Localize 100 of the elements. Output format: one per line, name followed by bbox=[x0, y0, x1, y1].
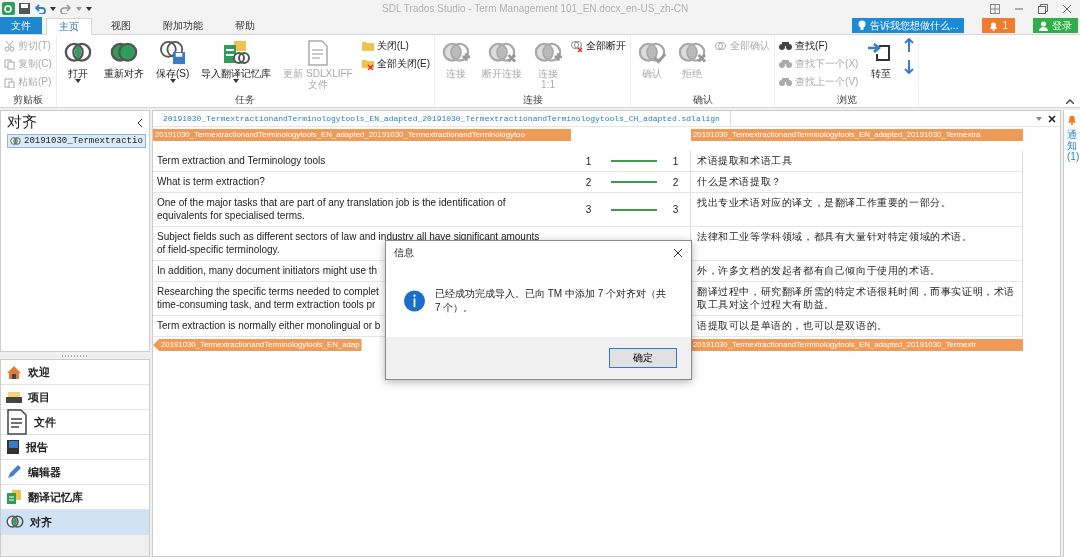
report-icon bbox=[6, 439, 20, 455]
segment-number: 3 bbox=[672, 204, 679, 215]
rings-icon bbox=[715, 41, 728, 51]
ribbon-tab[interactable]: 主页 bbox=[46, 18, 92, 35]
caret-icon bbox=[169, 79, 176, 83]
binoculars-icon bbox=[779, 77, 793, 87]
ribbon-button[interactable]: 打开 bbox=[60, 38, 95, 93]
caret-icon bbox=[1036, 116, 1042, 121]
rings-icon bbox=[10, 136, 21, 146]
source-text: Term extraction and Terminology tools bbox=[157, 154, 326, 167]
rings-icon bbox=[6, 514, 24, 530]
binoculars-icon bbox=[779, 41, 793, 51]
save-icon[interactable] bbox=[19, 3, 30, 14]
arrow-up-icon[interactable] bbox=[904, 38, 915, 52]
ribbon-button[interactable]: 关闭(L) bbox=[361, 38, 431, 54]
source-text: Subject fields such as different sectors of law and industry all have significant amounts bbox=[157, 230, 540, 243]
tell-me-button[interactable]: 告诉我您想做什么... bbox=[852, 18, 965, 33]
rings-check-icon bbox=[638, 41, 667, 65]
notifications-side-tab[interactable]: 通知 (1) bbox=[1063, 110, 1080, 557]
scissors-icon bbox=[4, 40, 15, 52]
target-text: 外，许多文档的发起者都有自己倾向于使用的术语。 bbox=[697, 264, 941, 277]
segment-number: 2 bbox=[585, 176, 592, 188]
splitter-grip-icon[interactable] bbox=[62, 354, 88, 357]
house-icon bbox=[6, 364, 22, 380]
arrow-down-icon[interactable] bbox=[904, 60, 915, 74]
target-text: 术语提取和术语工具 bbox=[697, 154, 793, 167]
folder-icon bbox=[361, 41, 374, 51]
document-icon bbox=[6, 409, 28, 435]
group-label: 确认 bbox=[692, 93, 713, 107]
target-text: 找出专业术语对应的译文，是翻译工作重要的一部分。 bbox=[697, 196, 952, 209]
close-icon[interactable] bbox=[1048, 114, 1056, 123]
database-icon bbox=[222, 40, 251, 66]
close-icon[interactable] bbox=[673, 248, 683, 258]
ribbon-button[interactable]: 保存(S) bbox=[152, 38, 193, 93]
ribbon-button[interactable]: 重新对齐 bbox=[100, 38, 147, 93]
nav-item[interactable]: 翻译记忆库 bbox=[1, 485, 149, 510]
caret-icon bbox=[74, 79, 81, 83]
ribbon-tab[interactable]: 附加功能 bbox=[150, 17, 216, 34]
rings-cross-icon bbox=[678, 41, 707, 65]
rings-plus-icon bbox=[442, 41, 471, 65]
pencil-icon bbox=[6, 464, 22, 480]
target-text: 语提取可以是单语的，也可以是双语的。 bbox=[697, 319, 888, 332]
layout-icon[interactable] bbox=[990, 3, 1000, 14]
collapse-ribbon-icon[interactable] bbox=[1066, 99, 1074, 104]
caret-icon bbox=[50, 6, 56, 11]
segment-number: 2 bbox=[672, 176, 679, 188]
ribbon-button[interactable]: 全部断开 bbox=[571, 38, 627, 54]
nav-item[interactable]: 对齐 bbox=[1, 510, 149, 535]
file-menu-tab[interactable]: 文件 bbox=[0, 17, 42, 34]
target-text: 法律和工业等学科领域，都具有大量针对特定领域的术语。 bbox=[697, 230, 973, 243]
lightbulb-icon bbox=[858, 20, 867, 31]
rings-plus-icon bbox=[534, 41, 563, 65]
tree-item[interactable]: 20191030_Termextractio bbox=[7, 134, 146, 148]
source-text: equivalents for specialised terms. bbox=[157, 209, 305, 222]
rings-icon bbox=[63, 41, 92, 65]
collapse-icon[interactable] bbox=[137, 118, 143, 127]
user-icon bbox=[1039, 20, 1048, 31]
app-logo-icon[interactable] bbox=[2, 2, 15, 15]
database-icon bbox=[6, 489, 22, 505]
window-title: SDL Trados Studio - Term Management 101_EN.docx_en-US_zh-CN bbox=[382, 3, 690, 14]
ribbon-button[interactable]: 全部关闭(E) bbox=[361, 56, 431, 72]
ribbon-button[interactable]: 导入翻译记忆库 bbox=[198, 38, 275, 93]
tray-icon bbox=[6, 390, 22, 404]
target-text: 什么是术语提取？ bbox=[697, 175, 782, 188]
nav-item[interactable]: 欢迎 bbox=[1, 360, 149, 385]
source-text: Term extraction is normally either monolingual or b bbox=[157, 319, 381, 332]
bell-icon bbox=[1067, 114, 1077, 125]
document-tab[interactable]: 20191030_TermextractionandTerminologytools_EN_adapted_20191030_TermextractionandTerminologytools_CH_adapted.sdlalign bbox=[153, 111, 731, 126]
rings-save-icon bbox=[158, 40, 187, 66]
segment-number: 1 bbox=[585, 155, 592, 167]
redo-icon[interactable] bbox=[60, 3, 72, 14]
source-text: Researching the specific terms needed to complet bbox=[157, 285, 379, 298]
nav-item[interactable]: 文件 bbox=[1, 410, 149, 435]
info-icon bbox=[404, 289, 425, 313]
ribbon-button[interactable]: 转至 bbox=[864, 38, 899, 93]
ribbon-button[interactable]: 查找(F) bbox=[779, 38, 859, 54]
dialog-message: 已经成功完成导入。已向 TM 中添加 7 个对齐对（共 7 个）。 bbox=[435, 287, 668, 315]
group-label: 剪贴板 bbox=[12, 93, 43, 107]
rings-cross-icon bbox=[488, 41, 517, 65]
undo-icon[interactable] bbox=[34, 3, 46, 14]
dialog-title: 信息 bbox=[394, 246, 414, 260]
source-text: What is term extraction? bbox=[157, 175, 265, 188]
document-icon bbox=[306, 40, 329, 66]
clipboard-icon bbox=[4, 76, 15, 88]
restore-icon[interactable] bbox=[1038, 3, 1048, 14]
rings-icon bbox=[109, 41, 138, 65]
group-label: 连接 bbox=[522, 93, 543, 107]
group-label: 任务 bbox=[235, 93, 256, 107]
ok-button[interactable]: 确定 bbox=[609, 348, 677, 368]
source-text: One of the major tasks that are part of any translation job is the identification of bbox=[157, 196, 506, 209]
ribbon-tab[interactable]: 帮助 bbox=[222, 17, 268, 34]
ribbon-tab[interactable]: 视图 bbox=[98, 17, 144, 34]
source-text: of field-specific terminology. bbox=[157, 243, 280, 256]
folder-cross-icon bbox=[361, 58, 374, 70]
nav-item[interactable]: 编辑器 bbox=[1, 460, 149, 485]
rings-cross-icon bbox=[571, 40, 584, 52]
segment-number: 3 bbox=[585, 204, 592, 215]
source-text: In addition, many document initiators might use th bbox=[157, 264, 378, 277]
target-text: 翻译过程中，研究翻译所需的特定术语很耗时间，而事实证明，术语 bbox=[697, 285, 1015, 298]
panel-title: 对齐 bbox=[7, 113, 37, 132]
